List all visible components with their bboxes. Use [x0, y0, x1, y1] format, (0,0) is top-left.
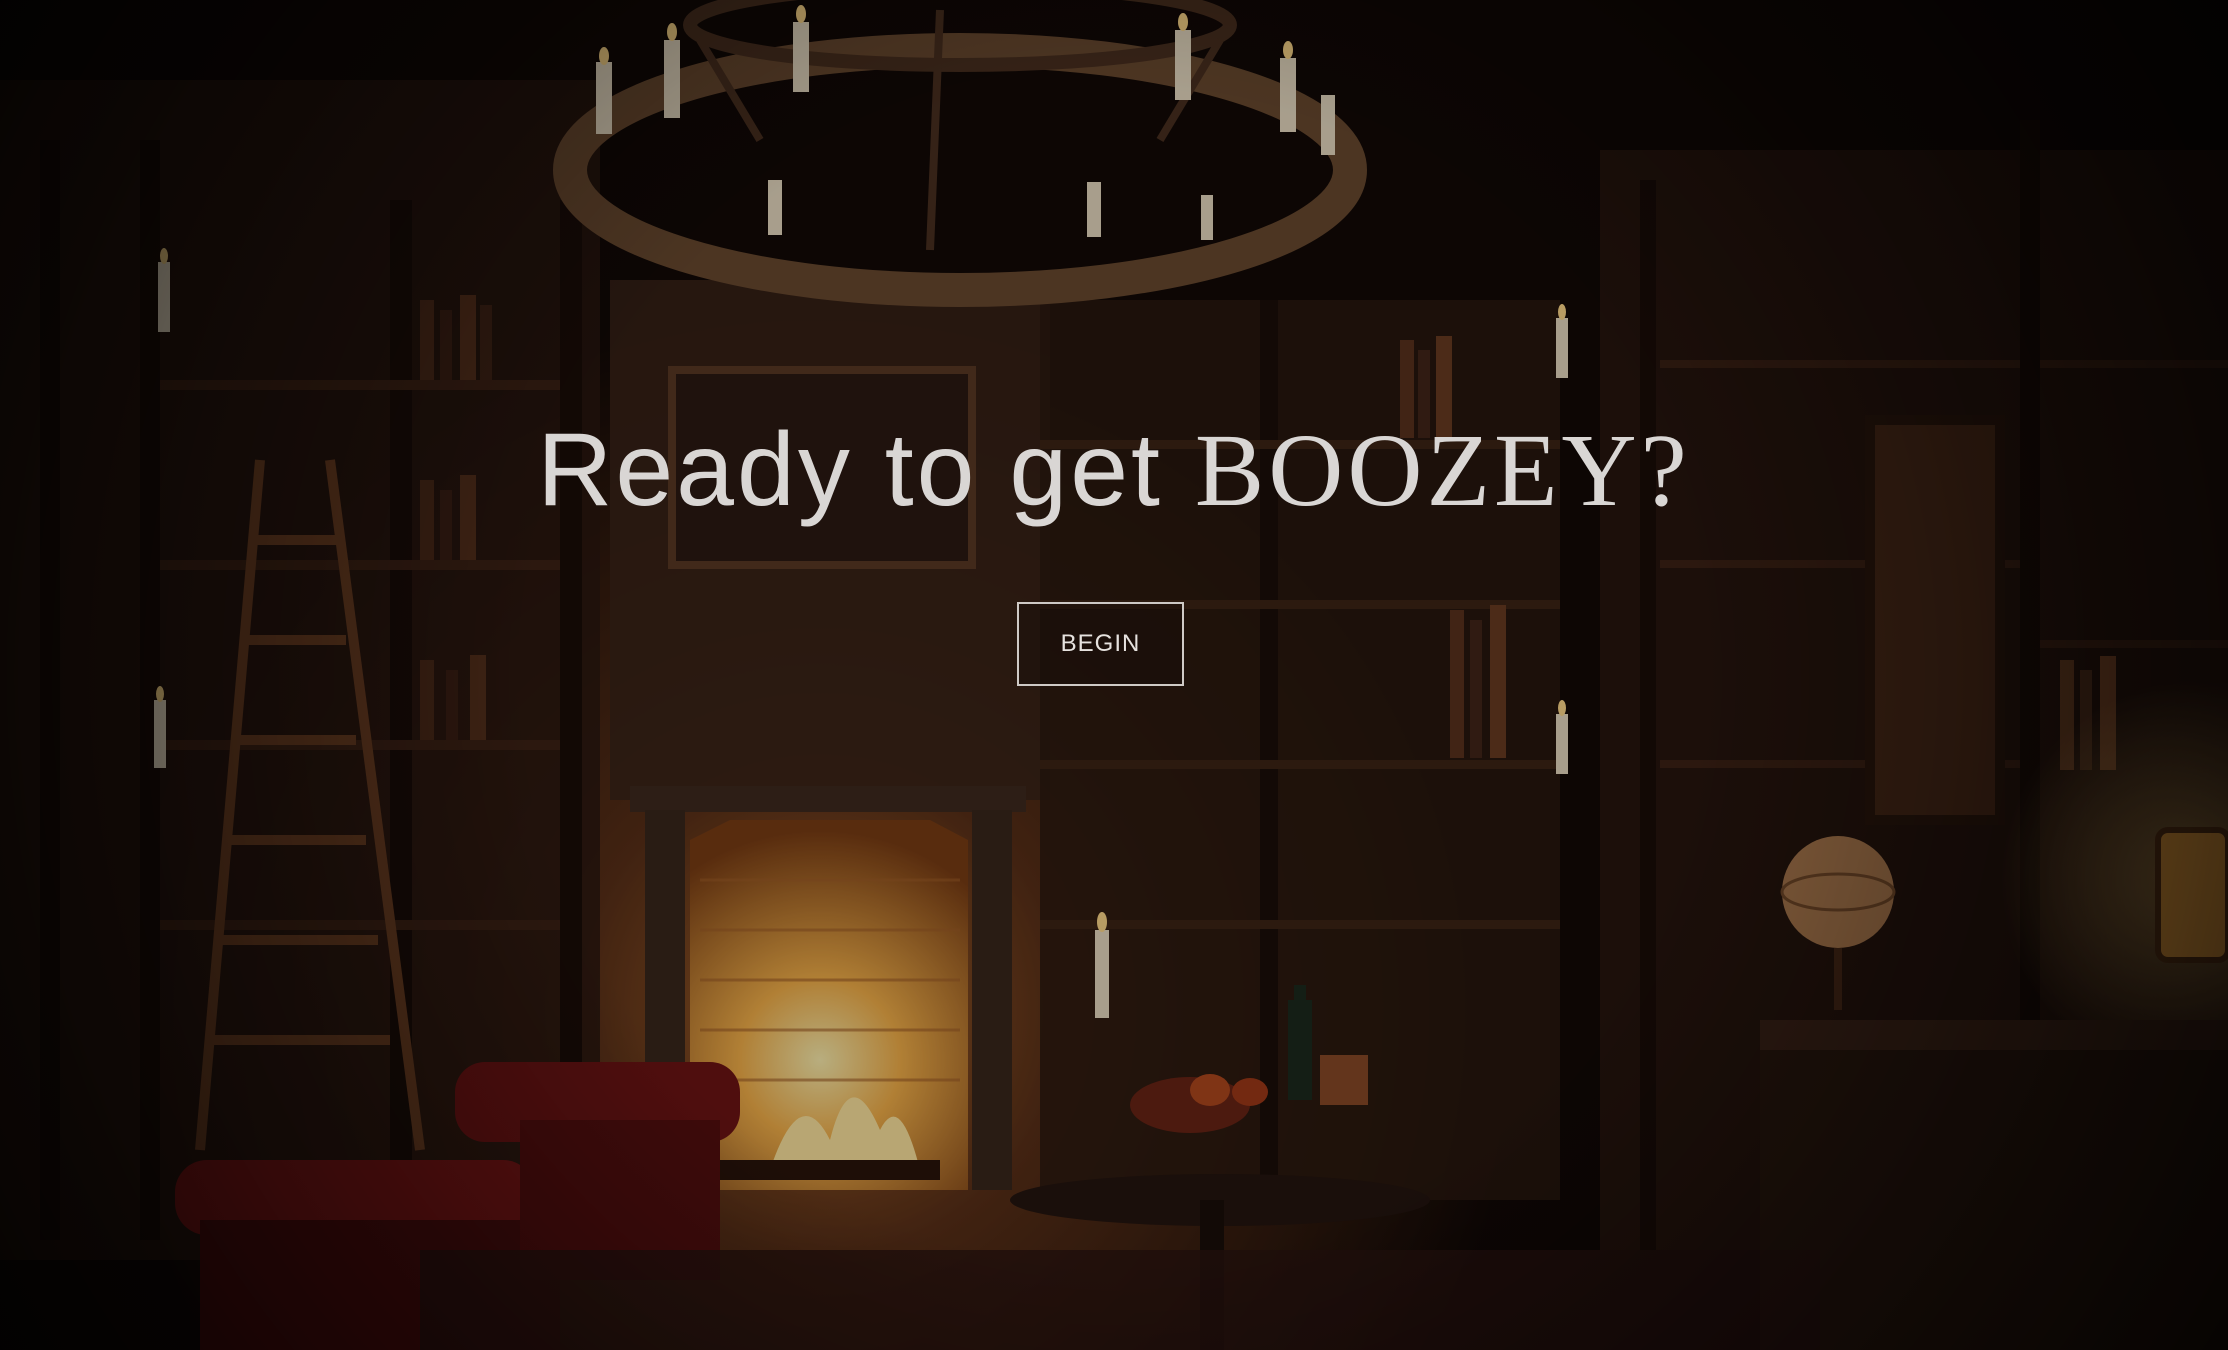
brand-name: BOOZEY?	[1194, 413, 1691, 528]
begin-button[interactable]: BEGIN	[1017, 602, 1184, 686]
headline-prefix: Ready to get	[537, 412, 1163, 528]
headline: Ready to get BOOZEY?	[537, 405, 1691, 536]
hero-section: Ready to get BOOZEY?	[0, 405, 2228, 536]
